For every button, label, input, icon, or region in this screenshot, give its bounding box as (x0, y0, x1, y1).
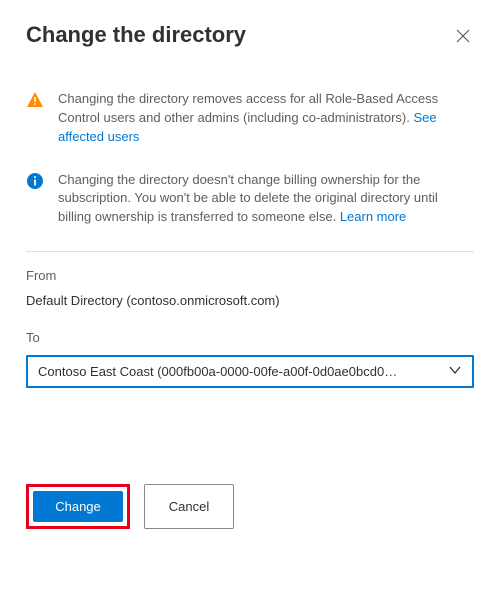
dropdown-selected-value: Contoso East Coast (000fb00a-0000-00fe-a… (38, 364, 397, 379)
info-block-billing: Changing the directory doesn't change bi… (26, 171, 474, 228)
dialog-header: Change the directory (26, 22, 474, 50)
warning-block-access: Changing the directory removes access fo… (26, 90, 474, 147)
learn-more-link[interactable]: Learn more (340, 209, 406, 224)
dialog-title: Change the directory (26, 22, 246, 48)
warning-message: Changing the directory removes access fo… (58, 91, 438, 125)
from-label: From (26, 268, 474, 283)
close-icon[interactable] (452, 24, 474, 50)
divider (26, 251, 474, 252)
to-directory-dropdown[interactable]: Contoso East Coast (000fb00a-0000-00fe-a… (26, 355, 474, 388)
to-label: To (26, 330, 474, 345)
change-button[interactable]: Change (33, 491, 123, 522)
warning-text-access: Changing the directory removes access fo… (58, 90, 474, 147)
chevron-down-icon (448, 363, 462, 380)
info-text-billing: Changing the directory doesn't change bi… (58, 171, 474, 228)
change-button-highlight: Change (26, 484, 130, 529)
button-row: Change Cancel (26, 484, 474, 529)
warning-icon (26, 91, 44, 109)
cancel-button[interactable]: Cancel (144, 484, 234, 529)
from-value: Default Directory (contoso.onmicrosoft.c… (26, 293, 474, 308)
info-icon (26, 172, 44, 190)
